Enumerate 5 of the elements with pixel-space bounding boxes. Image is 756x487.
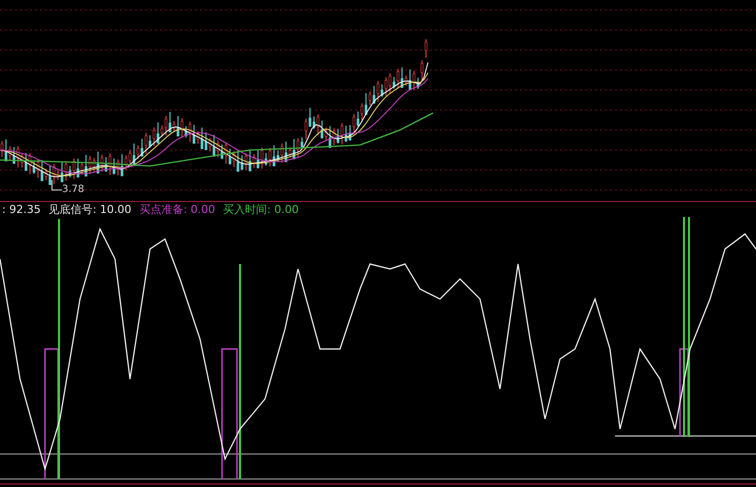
indicator-legend-label: 买点准备: 0.00: [139, 202, 216, 216]
indicator-legend-label: : 92.35: [2, 202, 41, 216]
indicator-legend-label: 买入时间: 0.00: [223, 202, 299, 216]
indicator-legend-label: 见底信号: 10.00: [48, 202, 132, 216]
low-price-label: 3.78: [62, 184, 84, 196]
